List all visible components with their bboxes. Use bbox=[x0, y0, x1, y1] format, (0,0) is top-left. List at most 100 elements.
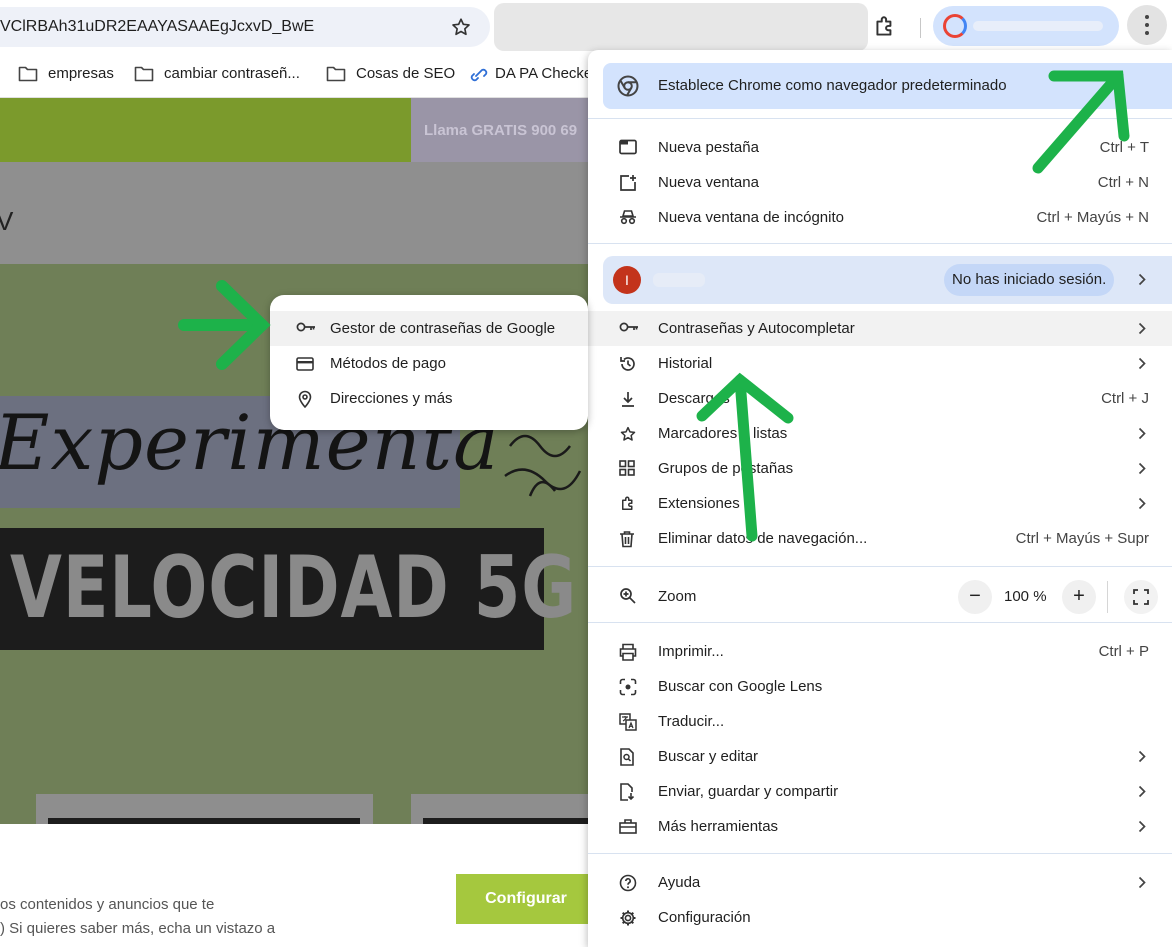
menu-item-send-save-share[interactable]: Enviar, guardar y compartir bbox=[588, 774, 1172, 809]
menu-item-label: Nueva ventana de incógnito bbox=[658, 209, 844, 226]
zoom-out-button[interactable]: − bbox=[958, 580, 992, 614]
link-icon bbox=[470, 68, 488, 82]
address-bar[interactable]: VClRBAh31uDR2EAAYASAAEgJcxvD_BwE bbox=[0, 7, 490, 47]
location-pin-icon bbox=[298, 390, 312, 408]
zoom-icon bbox=[620, 588, 636, 604]
menu-divider bbox=[588, 243, 1172, 244]
passwords-submenu: Gestor de contraseñas de Google Métodos … bbox=[270, 295, 588, 430]
credit-card-icon bbox=[296, 357, 314, 371]
chevron-right-icon bbox=[1138, 273, 1146, 286]
bookmark-cosas-de-seo[interactable]: Cosas de SEO bbox=[326, 56, 456, 92]
print-icon bbox=[619, 643, 637, 661]
bookmark-label: DA PA Checke bbox=[495, 65, 588, 82]
menu-item-tab-groups[interactable]: Grupos de pestañas bbox=[588, 451, 1172, 486]
key-icon bbox=[619, 322, 638, 332]
profile-button[interactable] bbox=[933, 6, 1119, 46]
sign-in-status-badge[interactable]: No has iniciado sesión. bbox=[944, 264, 1115, 296]
history-icon bbox=[620, 357, 635, 371]
bookmark-empresas[interactable]: empresas bbox=[18, 56, 128, 92]
key-icon bbox=[296, 322, 315, 332]
menu-item-shortcut: Ctrl + Mayús + Supr bbox=[1015, 530, 1149, 547]
menu-item-downloads[interactable]: Descargas Ctrl + J bbox=[588, 381, 1172, 416]
extensions-icon bbox=[622, 496, 633, 510]
header-glyph: V bbox=[0, 206, 14, 236]
menu-item-shortcut: Ctrl + P bbox=[1098, 643, 1149, 660]
menu-item-google-lens[interactable]: Buscar con Google Lens bbox=[588, 669, 1172, 704]
menu-item-clear-browsing-data[interactable]: Eliminar datos de navegación... Ctrl + M… bbox=[588, 521, 1172, 556]
account-avatar: I bbox=[613, 266, 641, 294]
submenu-item-label: Gestor de contraseñas de Google bbox=[330, 320, 556, 337]
menu-item-label: Contraseñas y Autocompletar bbox=[658, 320, 855, 337]
extensions-icon[interactable] bbox=[872, 14, 898, 40]
menu-item-shortcut: Ctrl + J bbox=[1101, 390, 1149, 407]
new-window-icon bbox=[620, 175, 636, 191]
menu-divider bbox=[588, 853, 1172, 854]
zoom-value: 100 % bbox=[1004, 588, 1047, 605]
menu-item-settings[interactable]: Configuración bbox=[588, 900, 1172, 935]
submenu-item-password-manager[interactable]: Gestor de contraseñas de Google bbox=[270, 311, 588, 346]
chrome-menu-button[interactable] bbox=[1127, 5, 1167, 45]
translate-icon bbox=[619, 713, 637, 731]
annotation-arrow-submenu bbox=[178, 280, 271, 370]
menu-item-more-tools[interactable]: Más herramientas bbox=[588, 809, 1172, 844]
configure-button[interactable]: Configurar bbox=[456, 874, 588, 924]
call-banner[interactable]: Llama GRATIS 900 69 bbox=[411, 98, 588, 162]
star-icon bbox=[620, 426, 636, 441]
browser-toolbar: VClRBAh31uDR2EAAYASAAEgJcxvD_BwE bbox=[0, 0, 1172, 56]
menu-item-history[interactable]: Historial bbox=[588, 346, 1172, 381]
folder-icon bbox=[326, 66, 346, 82]
download-icon bbox=[622, 392, 634, 407]
menu-item-bookmarks-lists[interactable]: Marcadores y listas bbox=[588, 416, 1172, 451]
share-icon bbox=[620, 783, 635, 801]
toolbox-icon bbox=[619, 819, 637, 834]
page-top-bar bbox=[0, 98, 411, 162]
trash-icon bbox=[620, 531, 634, 548]
gear-icon bbox=[620, 910, 636, 926]
call-banner-text: Llama GRATIS 900 69 bbox=[424, 122, 578, 139]
menu-item-label: Imprimir... bbox=[658, 643, 724, 660]
chevron-right-icon bbox=[1138, 820, 1146, 833]
annotation-arrow-menu-button bbox=[1032, 70, 1130, 174]
menu-item-label: Más herramientas bbox=[658, 818, 779, 835]
menu-item-label: Traducir... bbox=[658, 713, 725, 730]
menu-divider bbox=[588, 566, 1172, 567]
menu-item-label: Nueva ventana bbox=[658, 174, 759, 191]
menu-item-print[interactable]: Imprimir... Ctrl + P bbox=[588, 634, 1172, 669]
zoom-in-button[interactable]: + bbox=[1062, 580, 1096, 614]
submenu-item-addresses[interactable]: Direcciones y más bbox=[270, 381, 588, 416]
zoom-row: Zoom − 100 % + bbox=[588, 577, 1172, 617]
menu-item-passwords-autofill[interactable]: Contraseñas y Autocompletar bbox=[588, 311, 1172, 346]
submenu-item-payment-methods[interactable]: Métodos de pago bbox=[270, 346, 588, 381]
find-icon bbox=[620, 748, 634, 766]
menu-item-extensions[interactable]: Extensiones bbox=[588, 486, 1172, 521]
folder-icon bbox=[18, 66, 38, 82]
menu-divider bbox=[588, 622, 1172, 623]
submenu-item-label: Direcciones y más bbox=[330, 390, 453, 407]
submenu-item-label: Métodos de pago bbox=[330, 355, 446, 372]
bookmark-da-pa-checker[interactable]: DA PA Checke bbox=[468, 56, 588, 92]
tab-groups-icon bbox=[619, 460, 635, 476]
bookmark-cambiar-contrasena[interactable]: cambiar contraseñ... bbox=[134, 56, 314, 92]
menu-item-help[interactable]: Ayuda bbox=[588, 865, 1172, 900]
menu-item-translate[interactable]: Traducir... bbox=[588, 704, 1172, 739]
chevron-right-icon bbox=[1138, 427, 1146, 440]
page-header: V bbox=[0, 162, 588, 264]
menu-item-find-edit[interactable]: Buscar y editar bbox=[588, 739, 1172, 774]
chevron-right-icon bbox=[1138, 750, 1146, 763]
chrome-logo-icon bbox=[617, 75, 639, 97]
menu-item-incognito[interactable]: Nueva ventana de incógnito Ctrl + Mayús … bbox=[588, 200, 1172, 235]
blurred-region bbox=[494, 3, 868, 51]
incognito-icon bbox=[620, 210, 636, 225]
help-icon bbox=[619, 874, 637, 892]
url-text[interactable]: VClRBAh31uDR2EAAYASAAEgJcxvD_BwE bbox=[0, 7, 314, 47]
chevron-right-icon bbox=[1138, 497, 1146, 510]
annotation-arrow-passwords bbox=[696, 372, 794, 542]
bookmark-star-icon[interactable] bbox=[450, 16, 472, 38]
menu-item-label: Buscar con Google Lens bbox=[658, 678, 823, 695]
zoom-label: Zoom bbox=[658, 588, 697, 605]
menu-item-label: Ayuda bbox=[658, 874, 701, 891]
account-row[interactable]: I No has iniciado sesión. bbox=[603, 256, 1172, 304]
folder-icon bbox=[134, 66, 154, 82]
menu-item-label: Nueva pestaña bbox=[658, 139, 759, 156]
fullscreen-button[interactable] bbox=[1124, 580, 1158, 614]
